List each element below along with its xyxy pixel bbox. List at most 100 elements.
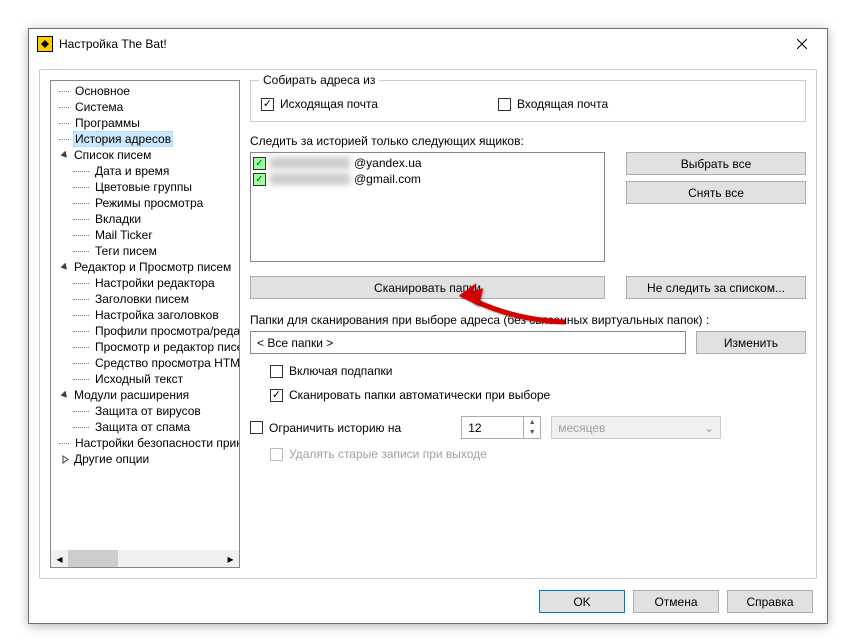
spinner-value: 12 [462, 417, 523, 438]
tree-connector-icon [73, 211, 93, 227]
incoming-label: Входящая почта [517, 97, 608, 111]
dialog-footer: OK Отмена Справка [539, 590, 813, 613]
tree-connector-icon [59, 435, 73, 451]
mailbox-list[interactable]: xxxxxx @yandex.ua xxxxxx @gmail.com [250, 152, 605, 262]
auto-scan-checkbox[interactable]: Сканировать папки автоматически при выбо… [270, 388, 550, 402]
tree-item[interactable]: Редактор и Просмотр писем [51, 259, 239, 275]
scroll-left-icon[interactable]: ◂ [51, 550, 68, 567]
checkbox-icon [498, 98, 511, 111]
tree-connector-icon [73, 179, 93, 195]
scroll-right-icon[interactable]: ▸ [222, 550, 239, 567]
limit-spinner[interactable]: 12 ▲▼ [461, 416, 541, 439]
tree-item[interactable]: Теги писем [51, 243, 239, 259]
delete-old-label: Удалять старые записи при выходе [289, 447, 487, 461]
checkbox-checked-icon[interactable] [253, 157, 266, 170]
mailbox-list-label: Следить за историей только следующих ящи… [250, 134, 806, 148]
tree-connector-icon [73, 371, 93, 387]
tree-item[interactable]: Основное [51, 83, 239, 99]
tree-label: Исходный текст [93, 372, 185, 386]
ok-button[interactable]: OK [539, 590, 625, 613]
tree-label: Модули расширения [72, 388, 191, 402]
mailbox-item[interactable]: xxxxxx @gmail.com [253, 171, 602, 187]
tree-connector-icon [73, 163, 93, 179]
limit-history-checkbox[interactable]: Ограничить историю на [250, 421, 401, 435]
deselect-all-button[interactable]: Снять все [626, 181, 806, 204]
checkbox-icon [270, 365, 283, 378]
tree-item[interactable]: Защита от спама [51, 419, 239, 435]
incoming-checkbox[interactable]: Входящая почта [498, 97, 608, 111]
expander-closed-icon[interactable] [59, 453, 71, 465]
tree-label: Настройки безопасности прик [73, 436, 240, 450]
tree-label: Список писем [72, 148, 153, 162]
spinner-down-icon[interactable]: ▼ [524, 428, 540, 439]
tree-item[interactable]: Список писем [51, 147, 239, 163]
tree-item[interactable]: Модули расширения [51, 387, 239, 403]
scan-folders-label: Папки для сканирования при выборе адреса… [250, 313, 806, 327]
include-sub-label: Включая подпапки [289, 364, 392, 378]
tree-label: Вкладки [93, 212, 143, 226]
tree-item[interactable]: Настройки безопасности прик [51, 435, 239, 451]
tree-item[interactable]: Вкладки [51, 211, 239, 227]
tree-item[interactable]: Режимы просмотра [51, 195, 239, 211]
scan-folders-button[interactable]: Сканировать папки [250, 276, 605, 299]
include-subfolders-checkbox[interactable]: Включая подпапки [270, 364, 392, 378]
tree-item[interactable]: Настройка заголовков [51, 307, 239, 323]
tree-label: Защита от спама [93, 420, 192, 434]
checkbox-icon [270, 448, 283, 461]
cancel-button[interactable]: Отмена [633, 590, 719, 613]
checkbox-icon [261, 98, 274, 111]
close-icon [797, 39, 807, 49]
mailbox-user-redacted: xxxxxx [270, 173, 350, 185]
content-area: Собирать адреса из Исходящая почта Входя… [250, 80, 806, 568]
outgoing-label: Исходящая почта [280, 97, 378, 111]
dont-follow-button[interactable]: Не следить за списком... [626, 276, 806, 299]
tree-connector-icon [59, 99, 73, 115]
tree-label: Редактор и Просмотр писем [72, 260, 233, 274]
tree-connector-icon [73, 339, 93, 355]
app-icon [37, 36, 53, 52]
tree-item[interactable]: Дата и время [51, 163, 239, 179]
select-all-button[interactable]: Выбрать все [626, 152, 806, 175]
tree-item[interactable]: Система [51, 99, 239, 115]
expander-open-icon[interactable] [59, 389, 71, 401]
tree-item[interactable]: Программы [51, 115, 239, 131]
collect-group: Собирать адреса из Исходящая почта Входя… [250, 80, 806, 122]
tree-item[interactable]: Цветовые группы [51, 179, 239, 195]
tree-item[interactable]: Другие опции [51, 451, 239, 467]
expander-open-icon[interactable] [59, 261, 71, 273]
mailbox-item[interactable]: xxxxxx @yandex.ua [253, 155, 602, 171]
chevron-down-icon: ⌄ [704, 421, 714, 435]
spinner-up-icon[interactable]: ▲ [524, 417, 540, 428]
tree-connector-icon [73, 195, 93, 211]
change-button[interactable]: Изменить [696, 331, 806, 354]
tree-item[interactable]: Исходный текст [51, 371, 239, 387]
tree-connector-icon [73, 291, 93, 307]
tree-item[interactable]: Просмотр и редактор писе [51, 339, 239, 355]
scroll-thumb[interactable] [68, 550, 118, 567]
outgoing-checkbox[interactable]: Исходящая почта [261, 97, 378, 111]
help-button[interactable]: Справка [727, 590, 813, 613]
tree-item[interactable]: Заголовки писем [51, 291, 239, 307]
tree-scrollbar-horizontal[interactable]: ◂ ▸ [51, 550, 239, 567]
checkbox-checked-icon[interactable] [253, 173, 266, 186]
tree-label: Основное [73, 84, 132, 98]
expander-open-icon[interactable] [59, 149, 71, 161]
tree-item[interactable]: Профили просмотра/редактирования [51, 323, 239, 339]
tree-item[interactable]: Защита от вирусов [51, 403, 239, 419]
collect-title: Собирать адреса из [259, 73, 379, 87]
settings-dialog: Настройка The Bat! ОсновноеСистемаПрогра… [28, 28, 828, 624]
unit-value: месяцев [558, 421, 605, 435]
nav-tree[interactable]: ОсновноеСистемаПрограммыИстория адресовС… [50, 80, 240, 568]
tree-connector-icon [73, 275, 93, 291]
tree-connector-icon [73, 419, 93, 435]
tree-connector-icon [59, 115, 73, 131]
tree-item[interactable]: История адресов [51, 131, 239, 147]
mailbox-user-redacted: xxxxxx [270, 157, 350, 169]
folders-input[interactable]: < Все папки > [250, 331, 686, 354]
main-panel: ОсновноеСистемаПрограммыИстория адресовС… [39, 69, 817, 579]
tree-label: Mail Ticker [93, 228, 154, 242]
tree-item[interactable]: Настройки редактора [51, 275, 239, 291]
close-button[interactable] [779, 29, 825, 59]
tree-item[interactable]: Mail Ticker [51, 227, 239, 243]
tree-item[interactable]: Средство просмотра HTML [51, 355, 239, 371]
